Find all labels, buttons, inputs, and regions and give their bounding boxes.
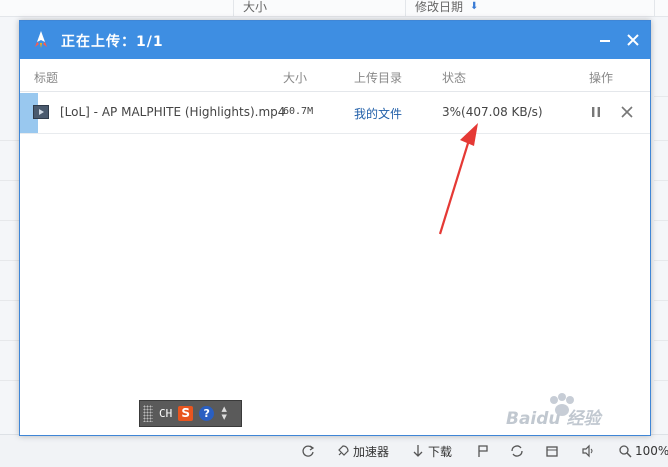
- refresh-button[interactable]: [301, 443, 315, 459]
- ime-toolbar[interactable]: CH S ? ▲ ▼: [139, 400, 242, 427]
- column-header-size: 大小: [283, 71, 308, 85]
- sort-descending-icon[interactable]: ⬇: [470, 0, 478, 14]
- help-icon[interactable]: ?: [199, 406, 215, 421]
- background-row-divider: [654, 300, 668, 301]
- background-row-divider: [654, 180, 668, 181]
- dialog-titlebar[interactable]: 正在上传：1/1: [20, 21, 650, 59]
- column-separator: [233, 0, 234, 16]
- upload-status: 3%(407.08 KB/s): [442, 105, 543, 119]
- window-button[interactable]: [545, 443, 559, 459]
- header-divider: [20, 91, 650, 92]
- column-header-action: 操作: [589, 71, 614, 85]
- column-header-status: 状态: [442, 71, 467, 85]
- column-separator: [405, 0, 406, 16]
- upload-target-dir-link[interactable]: 我的文件: [354, 105, 402, 122]
- column-header-title: 标题: [34, 71, 59, 85]
- background-column-modified[interactable]: 修改日期: [415, 0, 463, 14]
- download-button[interactable]: 下载: [411, 443, 452, 459]
- drag-handle-icon[interactable]: [143, 405, 153, 422]
- status-bar: 加速器 下载 100%: [0, 434, 668, 467]
- volume-button[interactable]: [581, 443, 595, 459]
- window-icon: [546, 446, 558, 457]
- ime-menu-arrows-icon[interactable]: ▲ ▼: [220, 405, 228, 422]
- accelerator-label: 加速器: [353, 444, 390, 459]
- rocket-icon: [338, 445, 349, 456]
- background-row-divider: [654, 220, 668, 221]
- sogou-logo-icon[interactable]: S: [178, 406, 194, 421]
- background-column-header: 大小 修改日期 ⬇: [0, 0, 668, 17]
- background-row-divider: [654, 380, 668, 381]
- column-header-dir: 上传目录: [354, 71, 403, 85]
- upload-file-name: [LoL] - AP MALPHITE (Highlights).mp4: [60, 105, 286, 119]
- upload-file-size: 60.7M: [283, 106, 314, 117]
- refresh-icon: [302, 445, 315, 457]
- sync-icon: [511, 445, 523, 457]
- zoom-control[interactable]: 100%: [618, 443, 668, 459]
- flag-icon: [478, 445, 488, 457]
- accelerator-button[interactable]: 加速器: [336, 443, 389, 459]
- upload-dialog: 正在上传：1/1 标题 大小 上传目录 状态 操作 [LoL] - AP MAL…: [19, 20, 651, 436]
- background-row-divider: [654, 140, 668, 141]
- background-row-divider: [654, 340, 668, 341]
- dialog-title: 正在上传：1/1: [61, 34, 164, 50]
- sync-button[interactable]: [510, 443, 524, 459]
- download-label: 下载: [428, 444, 453, 459]
- zoom-level: 100%: [635, 444, 668, 458]
- magnifier-icon: [619, 445, 632, 458]
- upload-row[interactable]: [LoL] - AP MALPHITE (Highlights).mp4 60.…: [20, 93, 650, 134]
- background-column-size[interactable]: 大小: [243, 0, 267, 14]
- background-row-divider: [654, 260, 668, 261]
- flag-button[interactable]: [476, 443, 490, 459]
- ime-mode-indicator[interactable]: CH: [159, 407, 172, 420]
- pause-icon[interactable]: [589, 105, 603, 119]
- download-arrow-icon: [413, 445, 423, 457]
- speaker-icon: [582, 444, 593, 458]
- close-icon[interactable]: [624, 31, 642, 49]
- video-file-icon: [33, 105, 49, 119]
- rocket-logo-icon: [35, 31, 47, 48]
- baidu-jingyan-watermark: Baidu 经验: [506, 388, 630, 434]
- background-row-divider: [654, 96, 668, 97]
- watermark-text: Baidu 经验: [506, 409, 601, 429]
- column-separator: [654, 0, 655, 16]
- minimize-icon[interactable]: [596, 31, 614, 49]
- cancel-icon[interactable]: [620, 105, 634, 119]
